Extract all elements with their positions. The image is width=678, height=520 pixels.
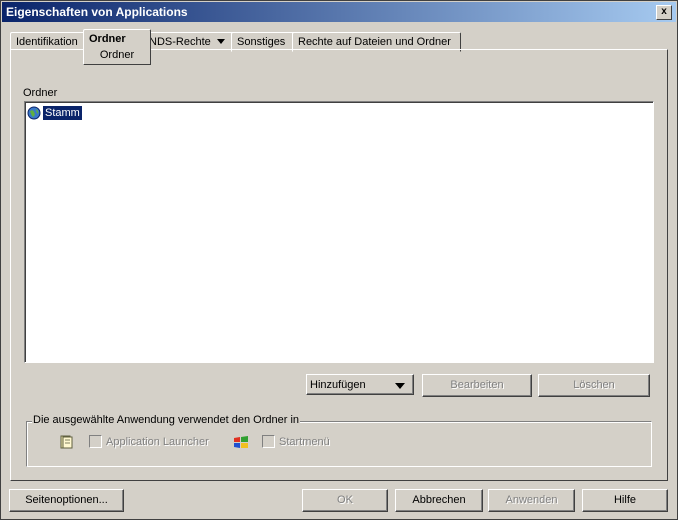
title-bar[interactable]: Eigenschaften von Applications x [2,2,676,22]
tab-label: Sonstiges [237,36,286,48]
chevron-down-icon [216,39,225,44]
start-menu-option[interactable]: Startmenü [262,435,330,448]
close-button[interactable]: x [656,5,672,20]
tree-item-stamm[interactable]: Stamm [27,105,82,121]
cancel-button[interactable]: Abbrechen [395,489,483,512]
apply-label: Anwenden [505,494,558,506]
usage-group-label: Die ausgewählte Anwendung verwendet den … [32,414,301,426]
folder-label: Ordner [23,87,58,99]
app-launcher-icon [60,435,73,449]
tab-label: Rechte auf Dateien und Ordner [298,36,451,48]
page-options-button[interactable]: Seitenoptionen... [9,489,124,512]
tab-ordner[interactable]: Ordner Ordner [83,29,151,65]
start-menu-icon [234,436,248,448]
ok-button[interactable]: OK [302,489,388,512]
tree-item-label: Stamm [43,106,82,120]
help-button[interactable]: Hilfe [582,489,668,512]
delete-button[interactable]: Löschen [538,374,650,397]
delete-button-label: Löschen [573,379,615,391]
page-options-label: Seitenoptionen... [25,494,108,506]
add-dropdown-button[interactable]: Hinzufügen [306,374,414,395]
start-menu-label: Startmenü [279,435,330,448]
cancel-label: Abbrechen [412,494,466,506]
globe-icon [27,106,41,120]
app-launcher-option[interactable]: Application Launcher [89,435,209,448]
folder-tree[interactable]: Stamm [24,101,654,363]
tab-sublabel: Ordner [99,49,135,61]
add-button-label: Hinzufügen [310,379,366,391]
ok-label: OK [337,494,353,506]
chevron-down-icon [395,383,405,389]
help-label: Hilfe [613,494,636,506]
tab-label: NDS-Rechte [149,36,211,48]
tab-label: Ordner [89,33,126,45]
edit-button-label: Bearbeiten [450,379,504,391]
tab-label: Identifikation [16,36,78,48]
app-launcher-checkbox[interactable] [89,435,102,448]
start-menu-checkbox[interactable] [262,435,275,448]
edit-button[interactable]: Bearbeiten [422,374,532,397]
window-title: Eigenschaften von Applications [6,5,188,19]
apply-button[interactable]: Anwenden [488,489,575,512]
app-launcher-label: Application Launcher [106,435,209,448]
